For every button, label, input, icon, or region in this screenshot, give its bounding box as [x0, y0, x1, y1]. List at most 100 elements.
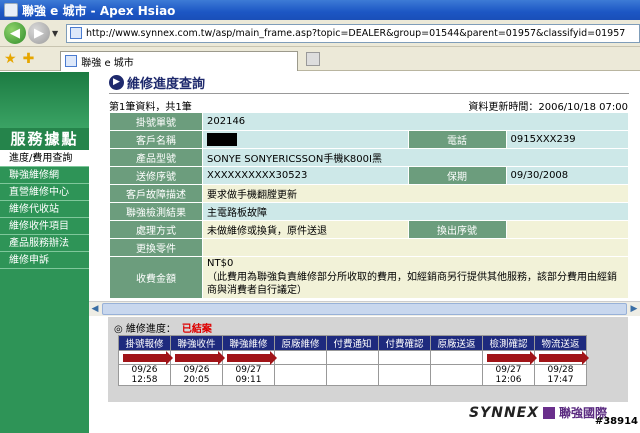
- page-content: 服務據點 進度/費用查詢 聯強維修網 直營維修中心 維修代收站 維修收件項目 產…: [0, 72, 640, 433]
- sidebar-banner: [0, 72, 89, 128]
- step-label: 聯強收件: [170, 335, 223, 351]
- progress-table: 掛號報修 聯強收件 聯強維修 原廠維修 付費通知 付費確認 原廠送返 檢測確認 …: [118, 335, 589, 386]
- fault-label: 客戶故障描述: [109, 184, 203, 203]
- forward-arrow-icon[interactable]: ▶: [28, 22, 50, 44]
- watermark: #38914: [594, 416, 638, 427]
- step-bar-cell: [326, 350, 379, 365]
- favorites-star-icon[interactable]: ★: [4, 51, 17, 67]
- scroll-left-icon[interactable]: ◀: [89, 303, 101, 316]
- step-label: 原廠維修: [274, 335, 327, 351]
- main-panel: ▶ 維修進度查詢 第1筆資料，共1筆 資料更新時間：2006/10/18 07:…: [89, 72, 640, 433]
- page-icon: [65, 55, 78, 67]
- progress-arrow-icon: [122, 350, 173, 365]
- step-date: [326, 364, 379, 386]
- swap-serial-label: 換出序號: [407, 220, 507, 239]
- history-dropdown-icon[interactable]: ▼: [52, 29, 62, 38]
- serial-label: 送修序號: [109, 166, 203, 185]
- fee-note: （此費用為聯強負責維修部分所收取的費用，如經銷商另行提供其他服務，該部分費用由經…: [207, 272, 617, 296]
- sidebar-title: 服務據點: [0, 128, 89, 150]
- step-bar-cell: [430, 350, 483, 365]
- step-bar-cell: [378, 350, 431, 365]
- step-date: 09/28 17:47: [534, 364, 587, 386]
- step-label: 付費通知: [326, 335, 379, 351]
- result-value: 主電路板故障: [202, 202, 629, 221]
- swap-serial-value: [505, 220, 630, 239]
- customer-label: 客戶名稱: [109, 130, 203, 149]
- address-input[interactable]: http://www.synnex.com.tw/asp/main_frame.…: [66, 23, 640, 43]
- phone-label: 電話: [407, 130, 507, 149]
- step-date: [430, 364, 483, 386]
- step-bar-cell: [534, 350, 589, 365]
- step-date: 09/27 09:11: [222, 364, 275, 386]
- update-time: 資料更新時間：2006/10/18 07:00: [468, 102, 628, 113]
- step-label: 聯強維修: [222, 335, 275, 351]
- play-circle-icon: ▶: [109, 74, 124, 90]
- parts-value: [202, 238, 629, 257]
- progress-label: ◎ 維修進度：: [114, 324, 176, 335]
- sidebar-item-complaint[interactable]: 維修申訴: [0, 252, 89, 269]
- address-url: http://www.synnex.com.tw/asp/main_frame.…: [86, 27, 626, 39]
- step-label: 原廠送返: [430, 335, 483, 351]
- step-date: 09/27 12:06: [482, 364, 535, 386]
- record-count: 第1筆資料，共1筆: [109, 102, 192, 113]
- model-value: SONYE SONYERICSSON手機K800I黑: [202, 148, 629, 167]
- step-label: 掛號報修: [118, 335, 171, 351]
- step-bar-cell: [482, 350, 537, 365]
- step-date: [274, 364, 327, 386]
- progress-panel: ◎ 維修進度： 已結案 掛號報修 聯強收件 聯強維修 原廠維修 付費通知 付費確認…: [108, 317, 628, 402]
- method-value: 未做維修或換貨，原件送退: [202, 220, 409, 239]
- fee-cell: NT$0 （此費用為聯強負責維修部分所收取的費用，如經銷商另行提供其他服務，該部…: [202, 256, 629, 299]
- sidebar-item-collection-point[interactable]: 維修代收站: [0, 201, 89, 218]
- add-favorite-icon[interactable]: ✚: [23, 51, 35, 67]
- new-tab-icon[interactable]: [306, 51, 321, 66]
- progress-bar-row: [118, 350, 589, 365]
- sidebar-item-service-center[interactable]: 直營維修中心: [0, 184, 89, 201]
- synnex-logo-icon: [543, 406, 556, 419]
- phone-value: 0915XXX239: [505, 130, 630, 149]
- ie-icon: [4, 3, 18, 17]
- address-toolbar: ◀ ▶ ▼ http://www.synnex.com.tw/asp/main_…: [0, 20, 640, 47]
- scrollbar-thumb[interactable]: [102, 303, 627, 315]
- parts-label: 更換零件: [109, 238, 203, 257]
- warranty-label: 保期: [407, 166, 507, 185]
- fee-label: 收費金額: [109, 256, 203, 299]
- step-bar-cell: [222, 350, 277, 365]
- sidebar-item-service-policy[interactable]: 產品服務辦法: [0, 235, 89, 252]
- step-label: 物流送返: [534, 335, 587, 351]
- brand-en: SYNNEX: [469, 404, 540, 421]
- warranty-value: 09/30/2008: [505, 166, 630, 185]
- step-bar-cell: [118, 350, 173, 365]
- repair-info-table: 掛號單號 202146 客戶名稱 電話 0915XXX239 產品型號 SONY…: [109, 112, 630, 299]
- step-date: 09/26 20:05: [170, 364, 223, 386]
- fault-value: 要求做手機翻膛更新: [202, 184, 629, 203]
- step-bar-cell: [170, 350, 225, 365]
- scroll-right-icon[interactable]: ▶: [628, 303, 640, 316]
- synnex-logo: SYNNEX 聯強國際: [469, 404, 607, 421]
- page-icon: [70, 27, 82, 39]
- progress-arrow-icon: [174, 350, 225, 365]
- horizontal-scrollbar[interactable]: ◀ ▶: [89, 301, 640, 316]
- progress-arrow-icon: [226, 350, 277, 365]
- back-arrow-icon[interactable]: ◀: [4, 22, 26, 44]
- window-title-bar: 聯強 e 城市 - Apex Hsiao: [0, 0, 640, 20]
- window-title: 聯強 e 城市 - Apex Hsiao: [22, 3, 176, 18]
- serial-value: XXXXXXXXXX30523: [202, 166, 409, 185]
- progress-arrow-icon: [486, 350, 537, 365]
- sidebar-item-repair-net[interactable]: 聯強維修網: [0, 167, 89, 184]
- sidebar-item-repair-items[interactable]: 維修收件項目: [0, 218, 89, 235]
- ticket-value: 202146: [202, 112, 629, 131]
- model-label: 產品型號: [109, 148, 203, 167]
- step-date: 09/26 12:58: [118, 364, 171, 386]
- sidebar: 服務據點 進度/費用查詢 聯強維修網 直營維修中心 維修代收站 維修收件項目 產…: [0, 72, 89, 433]
- step-label: 檢測確認: [482, 335, 535, 351]
- browser-tab[interactable]: 聯強 e 城市: [60, 50, 299, 71]
- redaction-box: [207, 133, 237, 146]
- step-bar-cell: [274, 350, 327, 365]
- sidebar-item-progress[interactable]: 進度/費用查詢: [0, 150, 89, 167]
- progress-header: ◎ 維修進度： 已結案: [114, 320, 212, 335]
- progress-status: 已結案: [181, 324, 212, 335]
- step-date: [378, 364, 431, 386]
- customer-value: [202, 130, 409, 149]
- header-divider: [109, 93, 629, 94]
- tab-label: 聯強 e 城市: [81, 57, 134, 69]
